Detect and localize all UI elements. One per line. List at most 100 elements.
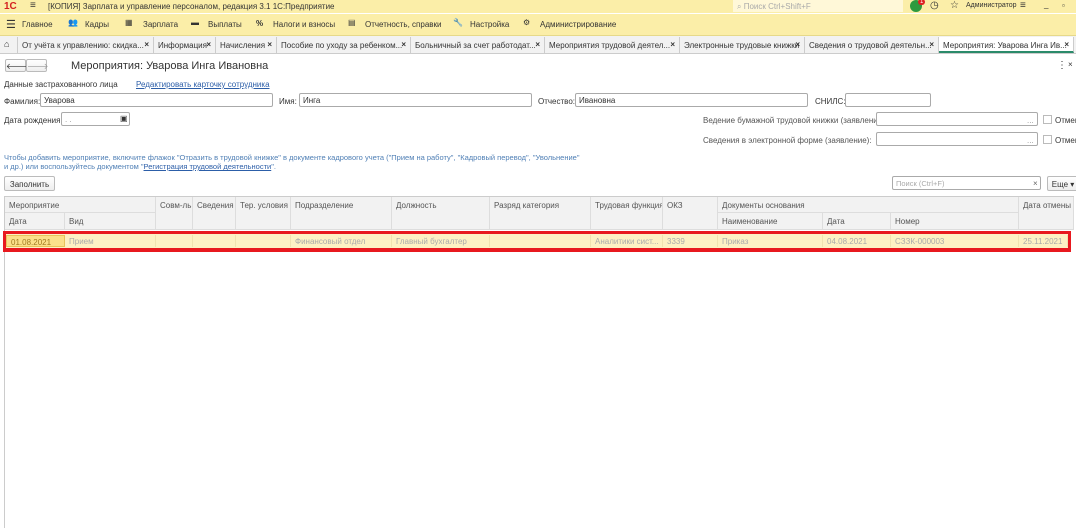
select-button[interactable]: ...: [1027, 136, 1034, 145]
column-header-doc-date[interactable]: Дата: [823, 213, 891, 230]
tab[interactable]: Информация ×: [154, 37, 216, 53]
tab-active[interactable]: Мероприятия: Уварова Инга Ив... ×: [939, 37, 1074, 53]
cell-dept[interactable]: Финансовый отдел: [291, 235, 392, 247]
cell-grade[interactable]: [490, 235, 591, 247]
menu-admin[interactable]: Администрирование: [540, 20, 616, 29]
patronymic-field[interactable]: Ивановна: [575, 93, 808, 107]
column-header-function[interactable]: Трудовая функция: [591, 197, 663, 230]
menu-settings[interactable]: Настройка: [470, 20, 509, 29]
cell-kind[interactable]: Прием: [65, 235, 156, 247]
menu-taxes[interactable]: Налоги и взносы: [273, 20, 335, 29]
home-icon[interactable]: ⌂: [4, 39, 9, 49]
surname-field[interactable]: Уварова: [40, 93, 273, 107]
tab[interactable]: Пособие по уходу за ребенком... ×: [277, 37, 411, 53]
back-button[interactable]: 🡐: [5, 59, 27, 72]
minimize-button[interactable]: _: [1044, 0, 1048, 9]
user-name[interactable]: Администратор: [966, 2, 1017, 9]
cell-info[interactable]: [193, 235, 236, 247]
cell-function[interactable]: Аналитики сист...: [591, 235, 663, 247]
cell-cancel-date[interactable]: 25.11.2021: [1019, 235, 1068, 247]
column-header-event[interactable]: Мероприятие: [5, 197, 156, 213]
column-header-doc-name[interactable]: Наименование: [718, 213, 823, 230]
people-icon: 👥: [68, 18, 78, 27]
tab[interactable]: Электронные трудовые книжки ×: [680, 37, 805, 53]
patronymic-label: Отчество:: [538, 97, 575, 106]
calendar-icon[interactable]: ▣: [120, 114, 128, 123]
electronic-field[interactable]: [876, 132, 1038, 146]
registration-link[interactable]: Регистрация трудовой деятельности: [144, 162, 272, 171]
cancel-checkbox[interactable]: [1043, 135, 1052, 144]
column-header-okz[interactable]: ОКЗ: [663, 197, 718, 230]
close-icon[interactable]: ×: [535, 40, 540, 49]
close-icon[interactable]: ×: [206, 40, 211, 49]
column-header-cancel-date[interactable]: Дата отмены: [1019, 197, 1074, 230]
history-icon[interactable]: ◷: [930, 0, 939, 11]
forward-button[interactable]: 🡒: [26, 59, 48, 72]
close-form-icon[interactable]: ×: [1068, 60, 1073, 69]
global-search-placeholder: Поиск Ctrl+Shift+F: [743, 2, 811, 11]
snils-field[interactable]: [845, 93, 931, 107]
menu-icon: ☰: [6, 19, 16, 31]
close-icon[interactable]: ×: [401, 40, 406, 49]
tab[interactable]: Больничный за счет работодат... ×: [411, 37, 545, 53]
reports-icon: ▤: [348, 18, 356, 27]
menu-payments[interactable]: Выплаты: [208, 20, 242, 29]
column-header-doc-num[interactable]: Номер: [891, 213, 1019, 230]
gear-icon: ⚙: [523, 18, 531, 27]
more-actions-icon[interactable]: ⋮: [1057, 60, 1067, 71]
column-header-info[interactable]: Сведения: [193, 197, 236, 230]
column-header-kind[interactable]: Вид: [65, 213, 156, 230]
fill-button[interactable]: Заполнить: [4, 176, 55, 191]
cancel-checkbox[interactable]: [1043, 115, 1052, 124]
menu-main[interactable]: Главное: [22, 20, 53, 29]
menu-reports[interactable]: Отчетность, справки: [365, 20, 442, 29]
restore-button[interactable]: ▫: [1062, 1, 1065, 10]
tab[interactable]: Начисления ×: [216, 37, 277, 53]
tab-label: Пособие по уходу за ребенком...: [281, 41, 403, 50]
surname-label: Фамилия:: [4, 97, 41, 106]
cell-terr[interactable]: [236, 235, 291, 247]
edit-employee-link[interactable]: Редактировать карточку сотрудника: [136, 80, 270, 89]
column-header-position[interactable]: Должность: [392, 197, 490, 230]
tab-label: Мероприятия: Уварова Инга Ив...: [943, 41, 1067, 50]
close-icon[interactable]: ×: [144, 40, 149, 49]
tab-label: Информация: [158, 41, 207, 50]
electronic-label: Сведения в электронной форме (заявление)…: [703, 136, 872, 145]
cell-position[interactable]: Главный бухгалтер: [392, 235, 490, 247]
clear-search-icon[interactable]: ×: [1033, 179, 1038, 188]
close-icon[interactable]: ×: [267, 40, 272, 49]
more-button[interactable]: Еще ▾: [1047, 176, 1076, 191]
table-search-input[interactable]: Поиск (Ctrl+F): [892, 176, 1041, 190]
close-icon[interactable]: ×: [670, 40, 675, 49]
info-text: Чтобы добавить мероприятие, включите фла…: [4, 153, 580, 162]
cell-combo[interactable]: [156, 235, 193, 247]
close-icon[interactable]: ×: [1064, 40, 1069, 49]
global-search[interactable]: ⌕ Поиск Ctrl+Shift+F: [733, 0, 903, 12]
favorites-icon[interactable]: ☆: [950, 0, 959, 11]
tab[interactable]: Сведения о трудовой деятельн... ×: [805, 37, 939, 53]
title-bar: 1С ≡ [КОПИЯ] Зарплата и управление персо…: [0, 0, 1076, 13]
tab[interactable]: Мероприятия трудовой деятел... ×: [545, 37, 680, 53]
cell-doc-num[interactable]: СЗЗК-000003: [891, 235, 1019, 247]
close-icon[interactable]: ×: [795, 40, 800, 49]
snils-label: СНИЛС:: [815, 97, 846, 106]
menu-salary[interactable]: Зарплата: [143, 20, 178, 29]
column-header-dept[interactable]: Подразделение: [291, 197, 392, 230]
close-icon[interactable]: ×: [929, 40, 934, 49]
main-menu-icon[interactable]: ≡: [30, 0, 36, 11]
cell-doc-date[interactable]: 04.08.2021: [823, 235, 891, 247]
column-header-docs[interactable]: Документы основания: [718, 197, 1019, 213]
name-field[interactable]: Инга: [299, 93, 532, 107]
settings-menu-icon[interactable]: ≡: [1020, 0, 1026, 11]
cell-doc-name[interactable]: Приказ: [718, 235, 823, 247]
column-header-date[interactable]: Дата: [5, 213, 65, 230]
menu-hr[interactable]: Кадры: [85, 20, 109, 29]
column-header-grade[interactable]: Разряд категория: [490, 197, 591, 230]
cell-date[interactable]: 01.08.2021: [6, 235, 65, 247]
tab[interactable]: От учёта к управлению: скидка... ×: [17, 37, 154, 53]
column-header-combo[interactable]: Совм-ль: [156, 197, 193, 230]
paper-book-field[interactable]: [876, 112, 1038, 126]
select-button[interactable]: ...: [1027, 116, 1034, 125]
cell-okz[interactable]: 3339: [663, 235, 718, 247]
column-header-terr[interactable]: Тер. условия: [236, 197, 291, 230]
